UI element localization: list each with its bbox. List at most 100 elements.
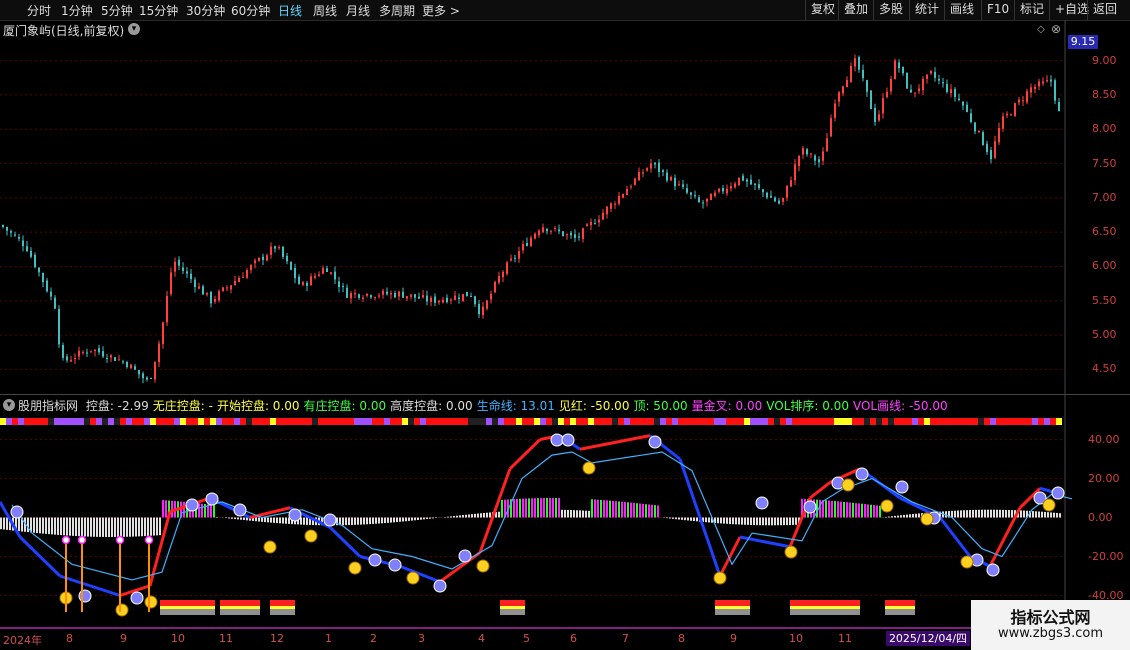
histogram-bar: [279, 517, 281, 524]
candle-body: [170, 272, 172, 295]
histogram-bar: [840, 501, 842, 518]
candle-body: [462, 294, 464, 302]
life-line: [11, 451, 1073, 581]
histogram-bar: [1011, 510, 1013, 518]
candle-body: [490, 293, 492, 300]
histogram-bar: [690, 517, 692, 521]
signal-bar-cell: [318, 418, 324, 425]
frown-face-icon: [550, 433, 564, 447]
signal-bar-cell: [1002, 418, 1008, 425]
histogram-bar: [129, 517, 131, 537]
toolbar-button[interactable]: 复权: [805, 0, 840, 20]
period-tab[interactable]: 月线: [346, 2, 370, 19]
control-line-segment: [289, 506, 331, 529]
candle-body: [738, 177, 740, 186]
signal-bar-cell: [360, 418, 366, 425]
period-tab[interactable]: 日线: [278, 2, 302, 19]
period-tab[interactable]: 15分钟: [139, 2, 178, 19]
histogram-bar: [138, 517, 140, 537]
signal-bar-cell: [204, 418, 210, 425]
histogram-bar: [861, 503, 863, 518]
frown-face-icon: [927, 511, 941, 525]
histogram-bar: [768, 517, 770, 526]
histogram-bar: [990, 509, 992, 518]
toolbar-button[interactable]: 统计: [909, 0, 944, 20]
histogram-bar: [369, 517, 371, 525]
signal-bar-cell: [828, 418, 834, 425]
histogram-bar: [210, 504, 212, 518]
candle-body: [286, 255, 288, 262]
histogram-bar: [594, 499, 596, 518]
indicator-legend: 股朋指标网 控盘: -2.99 无庄控盘: - 开始控盘: 0.00 有庄控盘: 0.…: [18, 397, 952, 414]
period-tab[interactable]: 更多 >: [422, 2, 460, 19]
candle-body: [574, 234, 576, 239]
month-label: 9: [120, 632, 127, 645]
signal-bar-cell: [588, 418, 594, 425]
period-tab[interactable]: 30分钟: [186, 2, 225, 19]
toolbar-button[interactable]: 多股: [873, 0, 908, 20]
stock-title: 厦门象屿(日线,前复权): [3, 24, 125, 38]
period-tab[interactable]: 5分钟: [101, 2, 133, 19]
histogram-bar: [999, 509, 1001, 518]
candle-body: [398, 291, 400, 297]
close-icon[interactable]: ⊗: [1051, 22, 1061, 36]
histogram-bar: [585, 510, 587, 518]
volume-block-line: [270, 606, 295, 609]
toolbar-button[interactable]: 返回: [1087, 0, 1122, 20]
signal-bar-cell: [582, 418, 588, 425]
candle-body: [810, 153, 812, 155]
signal-bar-cell: [894, 418, 900, 425]
histogram-bar: [96, 517, 98, 537]
smile-face-icon: [880, 499, 894, 513]
histogram-bar: [93, 517, 95, 537]
signal-bar-cell: [108, 418, 114, 425]
signal-bar-cell: [630, 418, 636, 425]
candle-body: [130, 364, 132, 369]
histogram-bar: [831, 500, 833, 518]
histogram-bar: [468, 514, 470, 518]
candle-body: [926, 74, 928, 79]
control-line-segment: [649, 434, 681, 461]
toolbar-button[interactable]: 画线: [944, 0, 979, 20]
period-tab[interactable]: 多周期: [379, 2, 415, 19]
diamond-icon[interactable]: ◇: [1037, 24, 1045, 35]
month-label: 12: [270, 632, 284, 645]
histogram-bar: [462, 515, 464, 518]
toolbar-button[interactable]: 标记: [1014, 0, 1049, 20]
candle-body: [710, 193, 712, 200]
candle-body: [238, 277, 240, 283]
histogram-bar: [261, 517, 263, 522]
candle-body: [482, 306, 484, 316]
volume-block-base: [270, 609, 295, 615]
chevron-down-icon[interactable]: ▾: [128, 23, 140, 35]
signal-bar-cell: [834, 418, 840, 425]
candlestick-chart[interactable]: [0, 0, 1130, 650]
period-tab[interactable]: 1分钟: [61, 2, 93, 19]
toolbar-button[interactable]: 叠加: [838, 0, 873, 20]
indicator-menu-icon[interactable]: ▾: [3, 399, 15, 411]
toolbar-button[interactable]: F10: [981, 0, 1014, 20]
signal-bar-cell: [228, 418, 234, 425]
signal-bar-cell: [966, 418, 972, 425]
control-line-segment: [359, 555, 401, 568]
period-tab[interactable]: 周线: [313, 2, 337, 19]
signal-bar-cell: [690, 418, 696, 425]
signal-bar-cell: [498, 418, 504, 425]
candle-body: [566, 234, 568, 236]
signal-bar-cell: [684, 418, 690, 425]
period-tab[interactable]: 分时: [27, 2, 51, 19]
histogram-bar: [615, 501, 617, 518]
histogram-bar: [204, 504, 206, 518]
histogram-bar: [822, 500, 824, 518]
histogram-bar: [309, 517, 311, 525]
histogram-bar: [648, 504, 650, 518]
candle-body: [562, 231, 564, 236]
candle-body: [486, 300, 488, 309]
candle-body: [782, 198, 784, 202]
candle-body: [26, 246, 28, 252]
period-tab[interactable]: 60分钟: [231, 2, 270, 19]
histogram-bar: [588, 510, 590, 518]
signal-bar-cell: [402, 418, 408, 425]
candle-body: [974, 122, 976, 132]
volume-block-line: [790, 606, 860, 609]
